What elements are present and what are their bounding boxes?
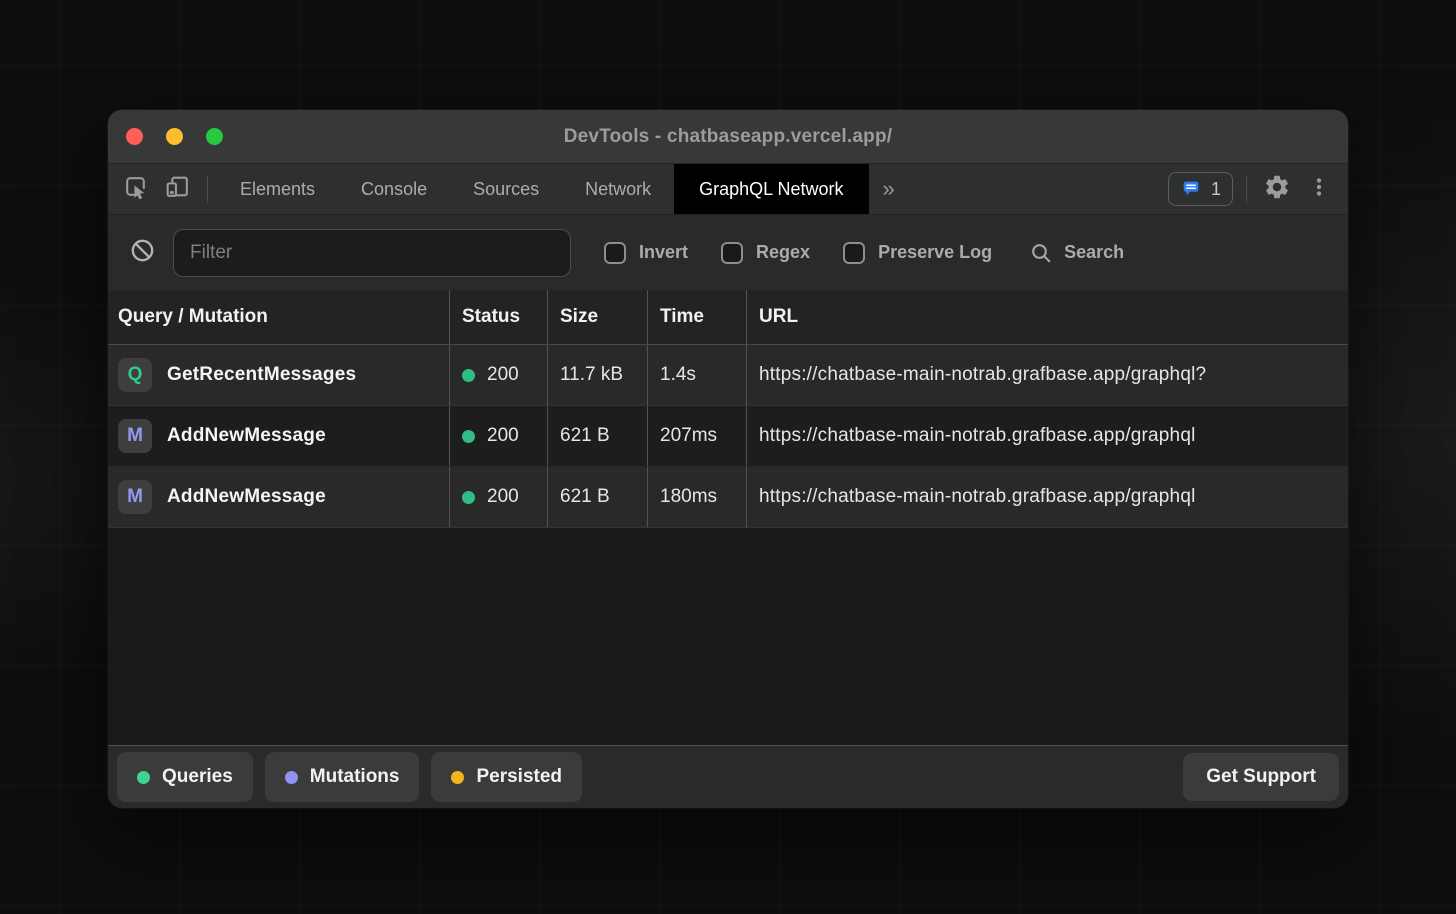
inspect-cursor-icon xyxy=(122,173,149,205)
tab-elements[interactable]: Elements xyxy=(217,164,338,214)
column-header-status[interactable]: Status xyxy=(449,290,547,344)
preserve-log-group: Preserve Log xyxy=(843,242,992,264)
table-row[interactable]: M AddNewMessage 200 621 B 207ms https://… xyxy=(108,406,1348,467)
get-support-button[interactable]: Get Support xyxy=(1183,753,1339,801)
search-icon xyxy=(1029,241,1053,265)
inspect-element-button[interactable] xyxy=(114,164,156,214)
issues-count: 1 xyxy=(1211,179,1221,200)
gear-icon xyxy=(1263,173,1291,206)
preserve-log-checkbox[interactable] xyxy=(843,242,865,264)
devtools-window: DevTools - chatbaseapp.vercel.app/ xyxy=(108,110,1348,808)
status-code: 200 xyxy=(487,364,519,386)
device-toolbar-icon xyxy=(164,173,191,205)
operation-name: GetRecentMessages xyxy=(167,364,356,386)
block-icon xyxy=(129,237,156,269)
filter-input[interactable] xyxy=(173,229,571,277)
column-header-query-mutation[interactable]: Query / Mutation xyxy=(108,290,449,344)
more-tabs-button[interactable]: » xyxy=(869,176,909,202)
mutations-dot-icon xyxy=(285,771,298,784)
tabbar-spacer xyxy=(909,164,1168,214)
queries-dot-icon xyxy=(137,771,150,784)
regex-filter-group: Regex xyxy=(721,242,810,264)
column-header-size[interactable]: Size xyxy=(547,290,647,344)
regex-label: Regex xyxy=(756,242,810,263)
response-size: 621 B xyxy=(547,467,647,527)
status-code: 200 xyxy=(487,486,519,508)
status-ok-dot xyxy=(462,491,475,504)
response-time: 207ms xyxy=(647,406,746,466)
settings-button[interactable] xyxy=(1256,164,1298,214)
minimize-button[interactable] xyxy=(166,128,183,145)
tab-console[interactable]: Console xyxy=(338,164,450,214)
query-badge: Q xyxy=(118,358,152,392)
tab-network[interactable]: Network xyxy=(562,164,674,214)
operation-name: AddNewMessage xyxy=(167,425,326,447)
tabbar-right-divider xyxy=(1246,176,1247,203)
preserve-log-label: Preserve Log xyxy=(878,242,992,263)
mutations-filter-button[interactable]: Mutations xyxy=(265,752,420,802)
window-title: DevTools - chatbaseapp.vercel.app/ xyxy=(108,126,1348,148)
invert-filter-group: Invert xyxy=(604,242,688,264)
table-row[interactable]: M AddNewMessage 200 621 B 180ms https://… xyxy=(108,467,1348,528)
table-empty-area xyxy=(108,528,1348,745)
clear-button[interactable] xyxy=(129,237,156,269)
status-ok-dot xyxy=(462,369,475,382)
zoom-button[interactable] xyxy=(206,128,223,145)
response-time: 1.4s xyxy=(647,345,746,405)
persisted-dot-icon xyxy=(451,771,464,784)
queries-label: Queries xyxy=(162,766,233,788)
main-menu-button[interactable] xyxy=(1298,164,1340,214)
kebab-menu-icon xyxy=(1307,175,1331,204)
status-ok-dot xyxy=(462,430,475,443)
column-header-time[interactable]: Time xyxy=(647,290,746,344)
tab-sources[interactable]: Sources xyxy=(450,164,562,214)
footer-toolbar: Queries Mutations Persisted Get Support xyxy=(108,745,1348,808)
issues-counter-button[interactable]: 1 xyxy=(1168,172,1233,206)
queries-filter-button[interactable]: Queries xyxy=(117,752,253,802)
invert-label: Invert xyxy=(639,242,688,263)
traffic-lights xyxy=(126,128,223,145)
table-header: Query / Mutation Status Size Time URL xyxy=(108,290,1348,345)
operation-name: AddNewMessage xyxy=(167,486,326,508)
titlebar: DevTools - chatbaseapp.vercel.app/ xyxy=(108,110,1348,163)
status-code: 200 xyxy=(487,425,519,447)
mutation-badge: M xyxy=(118,419,152,453)
persisted-filter-button[interactable]: Persisted xyxy=(431,752,582,802)
request-url: https://chatbase-main-notrab.grafbase.ap… xyxy=(759,364,1206,386)
invert-checkbox[interactable] xyxy=(604,242,626,264)
tab-graphql-network[interactable]: GraphQL Network xyxy=(674,164,868,214)
chat-bubble-icon xyxy=(1180,178,1202,200)
mutation-badge: M xyxy=(118,480,152,514)
request-url: https://chatbase-main-notrab.grafbase.ap… xyxy=(759,486,1196,508)
persisted-label: Persisted xyxy=(476,766,562,788)
regex-checkbox[interactable] xyxy=(721,242,743,264)
close-button[interactable] xyxy=(126,128,143,145)
mutations-label: Mutations xyxy=(310,766,400,788)
filter-toolbar: Invert Regex Preserve Log Search xyxy=(108,214,1348,290)
search-button[interactable]: Search xyxy=(1029,241,1124,265)
column-header-url[interactable]: URL xyxy=(746,290,1348,344)
search-label: Search xyxy=(1064,242,1124,263)
request-url: https://chatbase-main-notrab.grafbase.ap… xyxy=(759,425,1196,447)
response-time: 180ms xyxy=(647,467,746,527)
device-toolbar-button[interactable] xyxy=(156,164,198,214)
table-row[interactable]: Q GetRecentMessages 200 11.7 kB 1.4s htt… xyxy=(108,345,1348,406)
response-size: 11.7 kB xyxy=(547,345,647,405)
tabbar: Elements Console Sources Network GraphQL… xyxy=(108,163,1348,214)
response-size: 621 B xyxy=(547,406,647,466)
tabbar-divider xyxy=(207,176,208,203)
